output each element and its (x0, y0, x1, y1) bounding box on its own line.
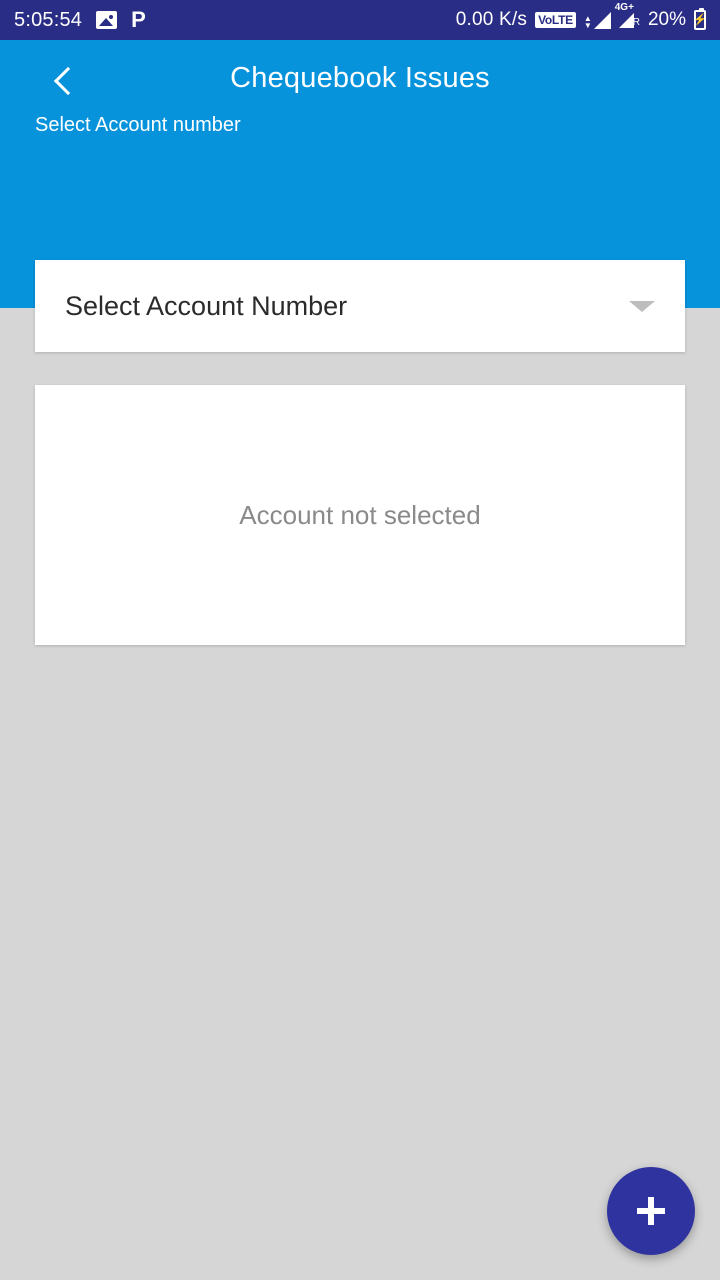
app-screen: 5:05:54 P 0.00 K/s VoLTE ▲▼ 4G+ R 20% ⚡ (0, 0, 720, 1280)
network-speed-label: 0.00 K/s (455, 9, 528, 30)
battery-percent-label: 20% (647, 9, 686, 30)
status-bar-left: 5:05:54 P (14, 9, 146, 32)
empty-state-message: Account not selected (239, 499, 481, 530)
signal-bars-icon: 4G+ (593, 2, 634, 29)
signal-icon: ▲ ▼ 4G+ (583, 2, 634, 30)
account-number-select[interactable]: Select Account Number (35, 260, 685, 352)
battery-charging-icon: ⚡ (693, 8, 707, 30)
page-title: Chequebook Issues (230, 62, 490, 94)
roaming-label: R (632, 16, 640, 28)
account-details-card: Account not selected (35, 385, 685, 645)
status-clock: 5:05:54 (14, 8, 83, 31)
data-transfer-arrows-icon: ▲ ▼ (583, 13, 592, 30)
status-bar-right: 0.00 K/s VoLTE ▲ ▼ 4G+ R 20% ⚡ (455, 2, 707, 31)
network-type-label: 4G+ (614, 1, 634, 13)
chevron-down-icon[interactable] (629, 300, 655, 312)
status-bar: 5:05:54 P 0.00 K/s VoLTE ▲ ▼ 4G+ R 20% ⚡ (0, 0, 720, 40)
add-request-fab[interactable] (607, 1167, 695, 1255)
account-number-select-label: Select Account Number (65, 290, 348, 321)
signal-bars-secondary-icon (618, 12, 634, 28)
plus-icon (635, 1195, 667, 1227)
phonepe-icon: P (131, 7, 146, 32)
header-subtitle: Select Account number (35, 114, 241, 136)
volte-icon: VoLTE (535, 12, 576, 28)
signal-roaming-icon: R (618, 12, 640, 28)
photo-icon (96, 11, 118, 29)
